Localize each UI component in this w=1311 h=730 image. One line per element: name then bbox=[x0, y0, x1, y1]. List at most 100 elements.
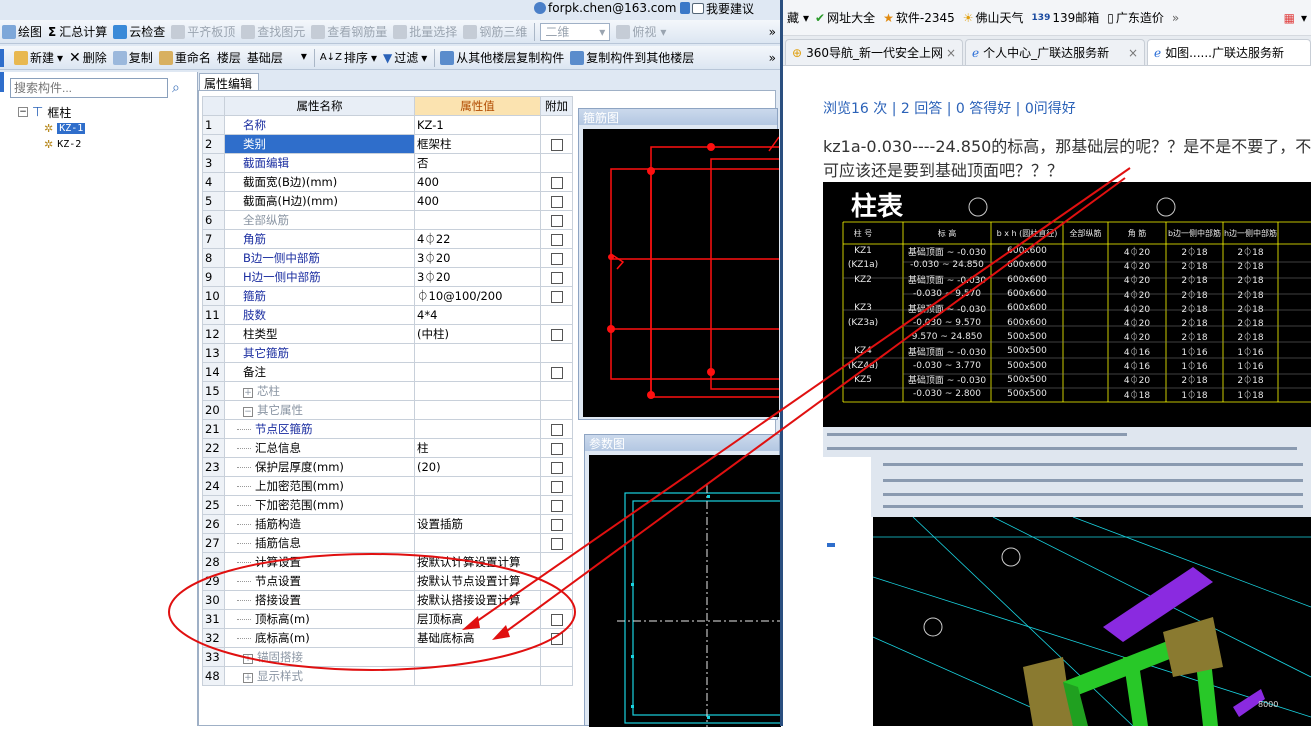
property-value[interactable]: 400 bbox=[414, 191, 541, 211]
toolbar-overflow-button[interactable]: » bbox=[767, 47, 780, 69]
apps-icon[interactable]: ▦ bbox=[1284, 11, 1295, 25]
collapse-icon[interactable]: − bbox=[18, 107, 28, 117]
property-row[interactable]: 9 H边一侧中部筋 3⏀20 bbox=[202, 267, 573, 287]
rename-button[interactable]: 重命名 bbox=[157, 47, 215, 69]
close-icon[interactable]: × bbox=[946, 46, 956, 60]
append-checkbox[interactable] bbox=[551, 461, 563, 474]
property-value[interactable]: ⏀10@100/200 bbox=[414, 286, 541, 306]
property-row[interactable]: 31 顶标高(m) 层顶标高 bbox=[202, 609, 573, 629]
append-checkbox[interactable] bbox=[551, 480, 563, 493]
expand-icon[interactable]: + bbox=[243, 673, 253, 683]
append-checkbox[interactable] bbox=[551, 233, 563, 246]
append-checkbox[interactable] bbox=[551, 252, 563, 265]
property-row[interactable]: 20− 其它属性 bbox=[202, 400, 573, 420]
browser-tab-active[interactable]: ℯ 如图......广联达服务新 bbox=[1147, 39, 1311, 65]
search-icon[interactable]: ⌕ bbox=[172, 80, 180, 96]
property-value[interactable]: 按默认计算设置计算 bbox=[414, 552, 541, 572]
property-value[interactable] bbox=[414, 343, 541, 363]
property-row[interactable]: 28 计算设置 按默认计算设置计算 bbox=[202, 552, 573, 572]
param-diagram-canvas[interactable] bbox=[589, 455, 786, 727]
tree-item-kz2[interactable]: ✲ KZ-2 bbox=[44, 136, 85, 152]
property-value[interactable] bbox=[414, 476, 541, 496]
align-slab-top-button[interactable]: 平齐板顶 bbox=[169, 21, 239, 43]
property-value[interactable]: 设置插筋 bbox=[414, 514, 541, 534]
property-row[interactable]: 21 节点区箍筋 bbox=[202, 419, 573, 439]
property-value[interactable] bbox=[414, 666, 541, 686]
property-row[interactable]: 23 保护层厚度(mm) (20) bbox=[202, 457, 573, 477]
property-value[interactable]: (中柱) bbox=[414, 324, 541, 344]
bookmark-link[interactable]: 139 139邮箱 bbox=[1032, 9, 1100, 26]
property-row[interactable]: 7 角筋 4⏀22 bbox=[202, 229, 573, 249]
expand-icon[interactable]: + bbox=[243, 654, 253, 664]
append-checkbox[interactable] bbox=[551, 290, 563, 303]
append-checkbox[interactable] bbox=[551, 176, 563, 189]
property-row[interactable]: 11 肢数 4*4 bbox=[202, 305, 573, 325]
property-row[interactable]: 4 截面宽(B边)(mm) 400 bbox=[202, 172, 573, 192]
dropdown-arrow-icon[interactable]: ▾ bbox=[803, 11, 809, 25]
append-checkbox[interactable] bbox=[551, 328, 563, 341]
append-checkbox[interactable] bbox=[551, 499, 563, 512]
rebar-3d-button[interactable]: 钢筋三维 bbox=[461, 21, 531, 43]
property-value[interactable] bbox=[414, 381, 541, 401]
copy-button[interactable]: 复制 bbox=[111, 47, 157, 69]
property-value[interactable]: 按默认搭接设置计算 bbox=[414, 590, 541, 610]
property-row[interactable]: 30 搭接设置 按默认搭接设置计算 bbox=[202, 590, 573, 610]
property-value[interactable] bbox=[414, 210, 541, 230]
property-value[interactable]: 4⏀22 bbox=[414, 229, 541, 249]
tab-property-edit[interactable]: 属性编辑 bbox=[199, 73, 259, 91]
sort-button[interactable]: A↓Z 排序 ▾ bbox=[318, 47, 381, 69]
property-row[interactable]: 26 插筋构造 设置插筋 bbox=[202, 514, 573, 534]
property-value[interactable] bbox=[414, 533, 541, 553]
property-value[interactable] bbox=[414, 495, 541, 515]
dropdown-arrow-icon[interactable]: ▾ bbox=[1301, 11, 1307, 25]
property-value[interactable]: (20) bbox=[414, 457, 541, 477]
bookmark-link[interactable]: ☀ 佛山天气 bbox=[963, 9, 1024, 26]
tree-root[interactable]: − ⊤ 框柱 bbox=[18, 104, 85, 120]
new-button[interactable]: 新建 ▾ bbox=[12, 47, 67, 69]
append-checkbox[interactable] bbox=[551, 632, 563, 645]
cloud-check-button[interactable]: 云检查 bbox=[111, 21, 169, 43]
collapse-icon[interactable]: − bbox=[243, 407, 253, 417]
append-checkbox[interactable] bbox=[551, 366, 563, 379]
delete-button[interactable]: ✕ 删除 bbox=[67, 47, 111, 69]
property-row[interactable]: 25 下加密范围(mm) bbox=[202, 495, 573, 515]
property-row[interactable]: 22 汇总信息 柱 bbox=[202, 438, 573, 458]
expand-icon[interactable]: + bbox=[243, 388, 253, 398]
append-checkbox[interactable] bbox=[551, 271, 563, 284]
draw-button[interactable]: 绘图 bbox=[0, 21, 46, 43]
property-row[interactable]: 14 备注 bbox=[202, 362, 573, 382]
user-account[interactable]: forpk.chen@163.com ▾ bbox=[534, 0, 686, 16]
property-value[interactable]: 3⏀20 bbox=[414, 267, 541, 287]
property-value[interactable]: 基础底标高 bbox=[414, 628, 541, 648]
append-checkbox[interactable] bbox=[551, 518, 563, 531]
append-checkbox[interactable] bbox=[551, 537, 563, 550]
rebar-diagram-canvas[interactable] bbox=[583, 129, 832, 417]
append-checkbox[interactable] bbox=[551, 214, 563, 227]
property-value[interactable]: 柱 bbox=[414, 438, 541, 458]
bookmark-link[interactable]: ▯ 广东造价 bbox=[1107, 9, 1164, 26]
browser-tab[interactable]: ⊕ 360导航_新一代安全上网 × bbox=[785, 39, 963, 65]
property-row[interactable]: 10 箍筋 ⏀10@100/200 bbox=[202, 286, 573, 306]
property-row[interactable]: 3 截面编辑 否 bbox=[202, 153, 573, 173]
chevron-right-icon[interactable]: » bbox=[1172, 11, 1179, 25]
property-row[interactable]: 13 其它箍筋 bbox=[202, 343, 573, 363]
append-checkbox[interactable] bbox=[551, 195, 563, 208]
property-row[interactable]: 1 名称 KZ-1 bbox=[202, 115, 573, 135]
property-value[interactable]: 层顶标高 bbox=[414, 609, 541, 629]
suggest-button[interactable]: 我要建议 bbox=[680, 0, 754, 16]
property-row[interactable]: 8 B边一侧中部筋 3⏀20 bbox=[202, 248, 573, 268]
copy-from-floor-button[interactable]: 从其他楼层复制构件 bbox=[438, 47, 568, 69]
append-checkbox[interactable] bbox=[551, 423, 563, 436]
filter-button[interactable]: ▼ 过滤 ▾ bbox=[381, 47, 431, 69]
property-row[interactable]: 33 + 锚固搭接 bbox=[202, 647, 573, 667]
property-value[interactable] bbox=[414, 419, 541, 439]
property-row[interactable]: 48 + 显示样式 bbox=[202, 666, 573, 686]
property-value[interactable]: KZ-1 bbox=[414, 115, 541, 135]
floor-select[interactable]: 基础层 ▾ bbox=[245, 47, 311, 69]
property-row[interactable]: 29 节点设置 按默认节点设置计算 bbox=[202, 571, 573, 591]
view-2d-dropdown[interactable]: 二维 ▾ bbox=[538, 21, 614, 43]
copy-to-floor-button[interactable]: 复制构件到其他楼层 bbox=[568, 47, 698, 69]
tree-item-kz1[interactable]: ✲ KZ-1 bbox=[44, 120, 86, 136]
property-value[interactable]: 框架柱 bbox=[414, 134, 541, 154]
property-value[interactable] bbox=[414, 400, 541, 420]
